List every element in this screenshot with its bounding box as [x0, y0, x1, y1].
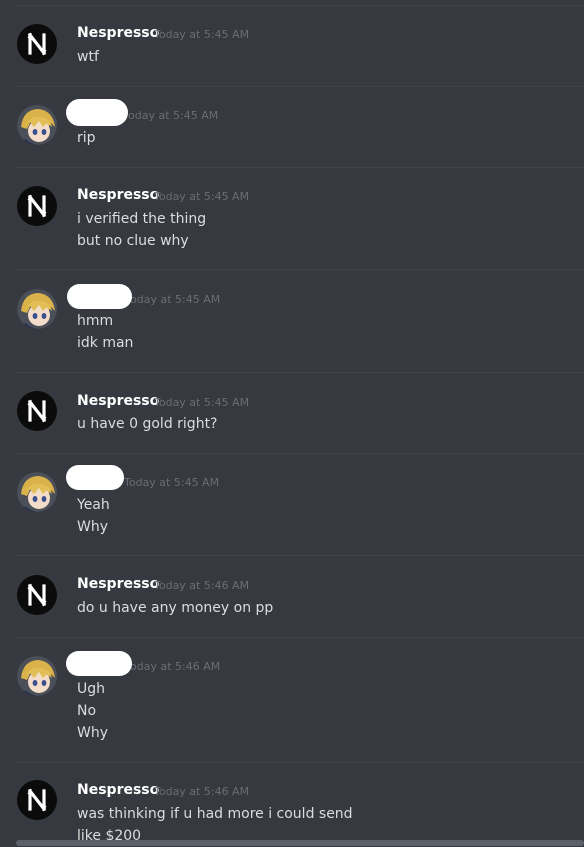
message-text: Yeah [77, 497, 110, 513]
avatar[interactable] [17, 780, 57, 820]
message-divider [16, 762, 584, 763]
message-text: idk man [77, 335, 134, 351]
redacted-username [66, 651, 132, 676]
avatar[interactable] [17, 105, 57, 145]
message-text: Ugh [77, 681, 106, 697]
message-text: Why [77, 725, 109, 741]
message-divider [16, 167, 584, 168]
redacted-username [66, 99, 128, 126]
nespresso-logo-icon [27, 32, 47, 56]
anime-character-avatar-icon [17, 472, 57, 512]
message-timestamp: Today at 5:45 AM [124, 476, 220, 489]
message-content: hmm idk man [77, 310, 133, 354]
message-text: but no clue why [77, 233, 189, 249]
anime-character-avatar-icon [17, 656, 57, 696]
message-timestamp: Today at 5:45 AM [154, 28, 250, 41]
anime-character-avatar-icon [17, 105, 57, 145]
author-name[interactable]: Nespresso [77, 25, 159, 41]
avatar[interactable] [17, 472, 57, 512]
redacted-username [66, 465, 124, 490]
message-text: rip [77, 130, 96, 146]
chat-message-list: Nespresso Today at 5:45 AM wtf oday at 5… [0, 0, 584, 846]
message-text: hmm [77, 313, 114, 329]
author-name[interactable]: Nespresso [77, 576, 159, 592]
message-divider [16, 453, 584, 454]
nespresso-logo-icon [27, 399, 47, 423]
horizontal-scrollbar[interactable] [16, 840, 584, 846]
author-name[interactable]: Nespresso [77, 782, 159, 798]
message-content: i verified the thing but no clue why [77, 208, 206, 252]
message-divider [16, 269, 584, 270]
author-name[interactable]: Nespresso [77, 187, 159, 203]
message-timestamp: Today at 5:46 AM [154, 579, 250, 592]
avatar[interactable] [17, 186, 57, 226]
nespresso-logo-icon [27, 194, 47, 218]
message-text: was thinking if u had more i could send [77, 806, 353, 822]
message-content: rip [77, 127, 96, 149]
message-timestamp: Today at 5:46 AM [154, 785, 250, 798]
redacted-username [67, 284, 132, 309]
message-content: do u have any money on pp [77, 597, 273, 619]
message-text: Why [77, 519, 109, 535]
message-content: Ugh No Why [77, 678, 108, 744]
avatar[interactable] [17, 24, 57, 64]
message-content: u have 0 gold right? [77, 413, 218, 435]
avatar[interactable] [17, 656, 57, 696]
message-timestamp: Today at 5:45 AM [154, 396, 250, 409]
message-timestamp: oday at 5:45 AM [130, 293, 221, 306]
message-timestamp: Today at 5:45 AM [154, 190, 250, 203]
message-text: u have 0 gold right? [77, 416, 218, 432]
message-text: No [77, 703, 97, 719]
anime-character-avatar-icon [17, 289, 57, 329]
message-timestamp: oday at 5:46 AM [130, 660, 221, 673]
message-text: do u have any money on pp [77, 600, 274, 616]
message-divider [16, 86, 584, 87]
message-content: Yeah Why [77, 494, 110, 538]
message-divider [16, 555, 584, 556]
message-text: wtf [77, 49, 99, 65]
message-divider [16, 637, 584, 638]
message-divider [16, 372, 584, 373]
avatar[interactable] [17, 391, 57, 431]
message-timestamp: oday at 5:45 AM [128, 109, 219, 122]
message-divider [16, 5, 584, 6]
author-name[interactable]: Nespresso [77, 393, 159, 409]
message-content: wtf [77, 46, 99, 68]
nespresso-logo-icon [27, 583, 47, 607]
message-text: i verified the thing [77, 211, 207, 227]
nespresso-logo-icon [27, 788, 47, 812]
avatar[interactable] [17, 289, 57, 329]
avatar[interactable] [17, 575, 57, 615]
